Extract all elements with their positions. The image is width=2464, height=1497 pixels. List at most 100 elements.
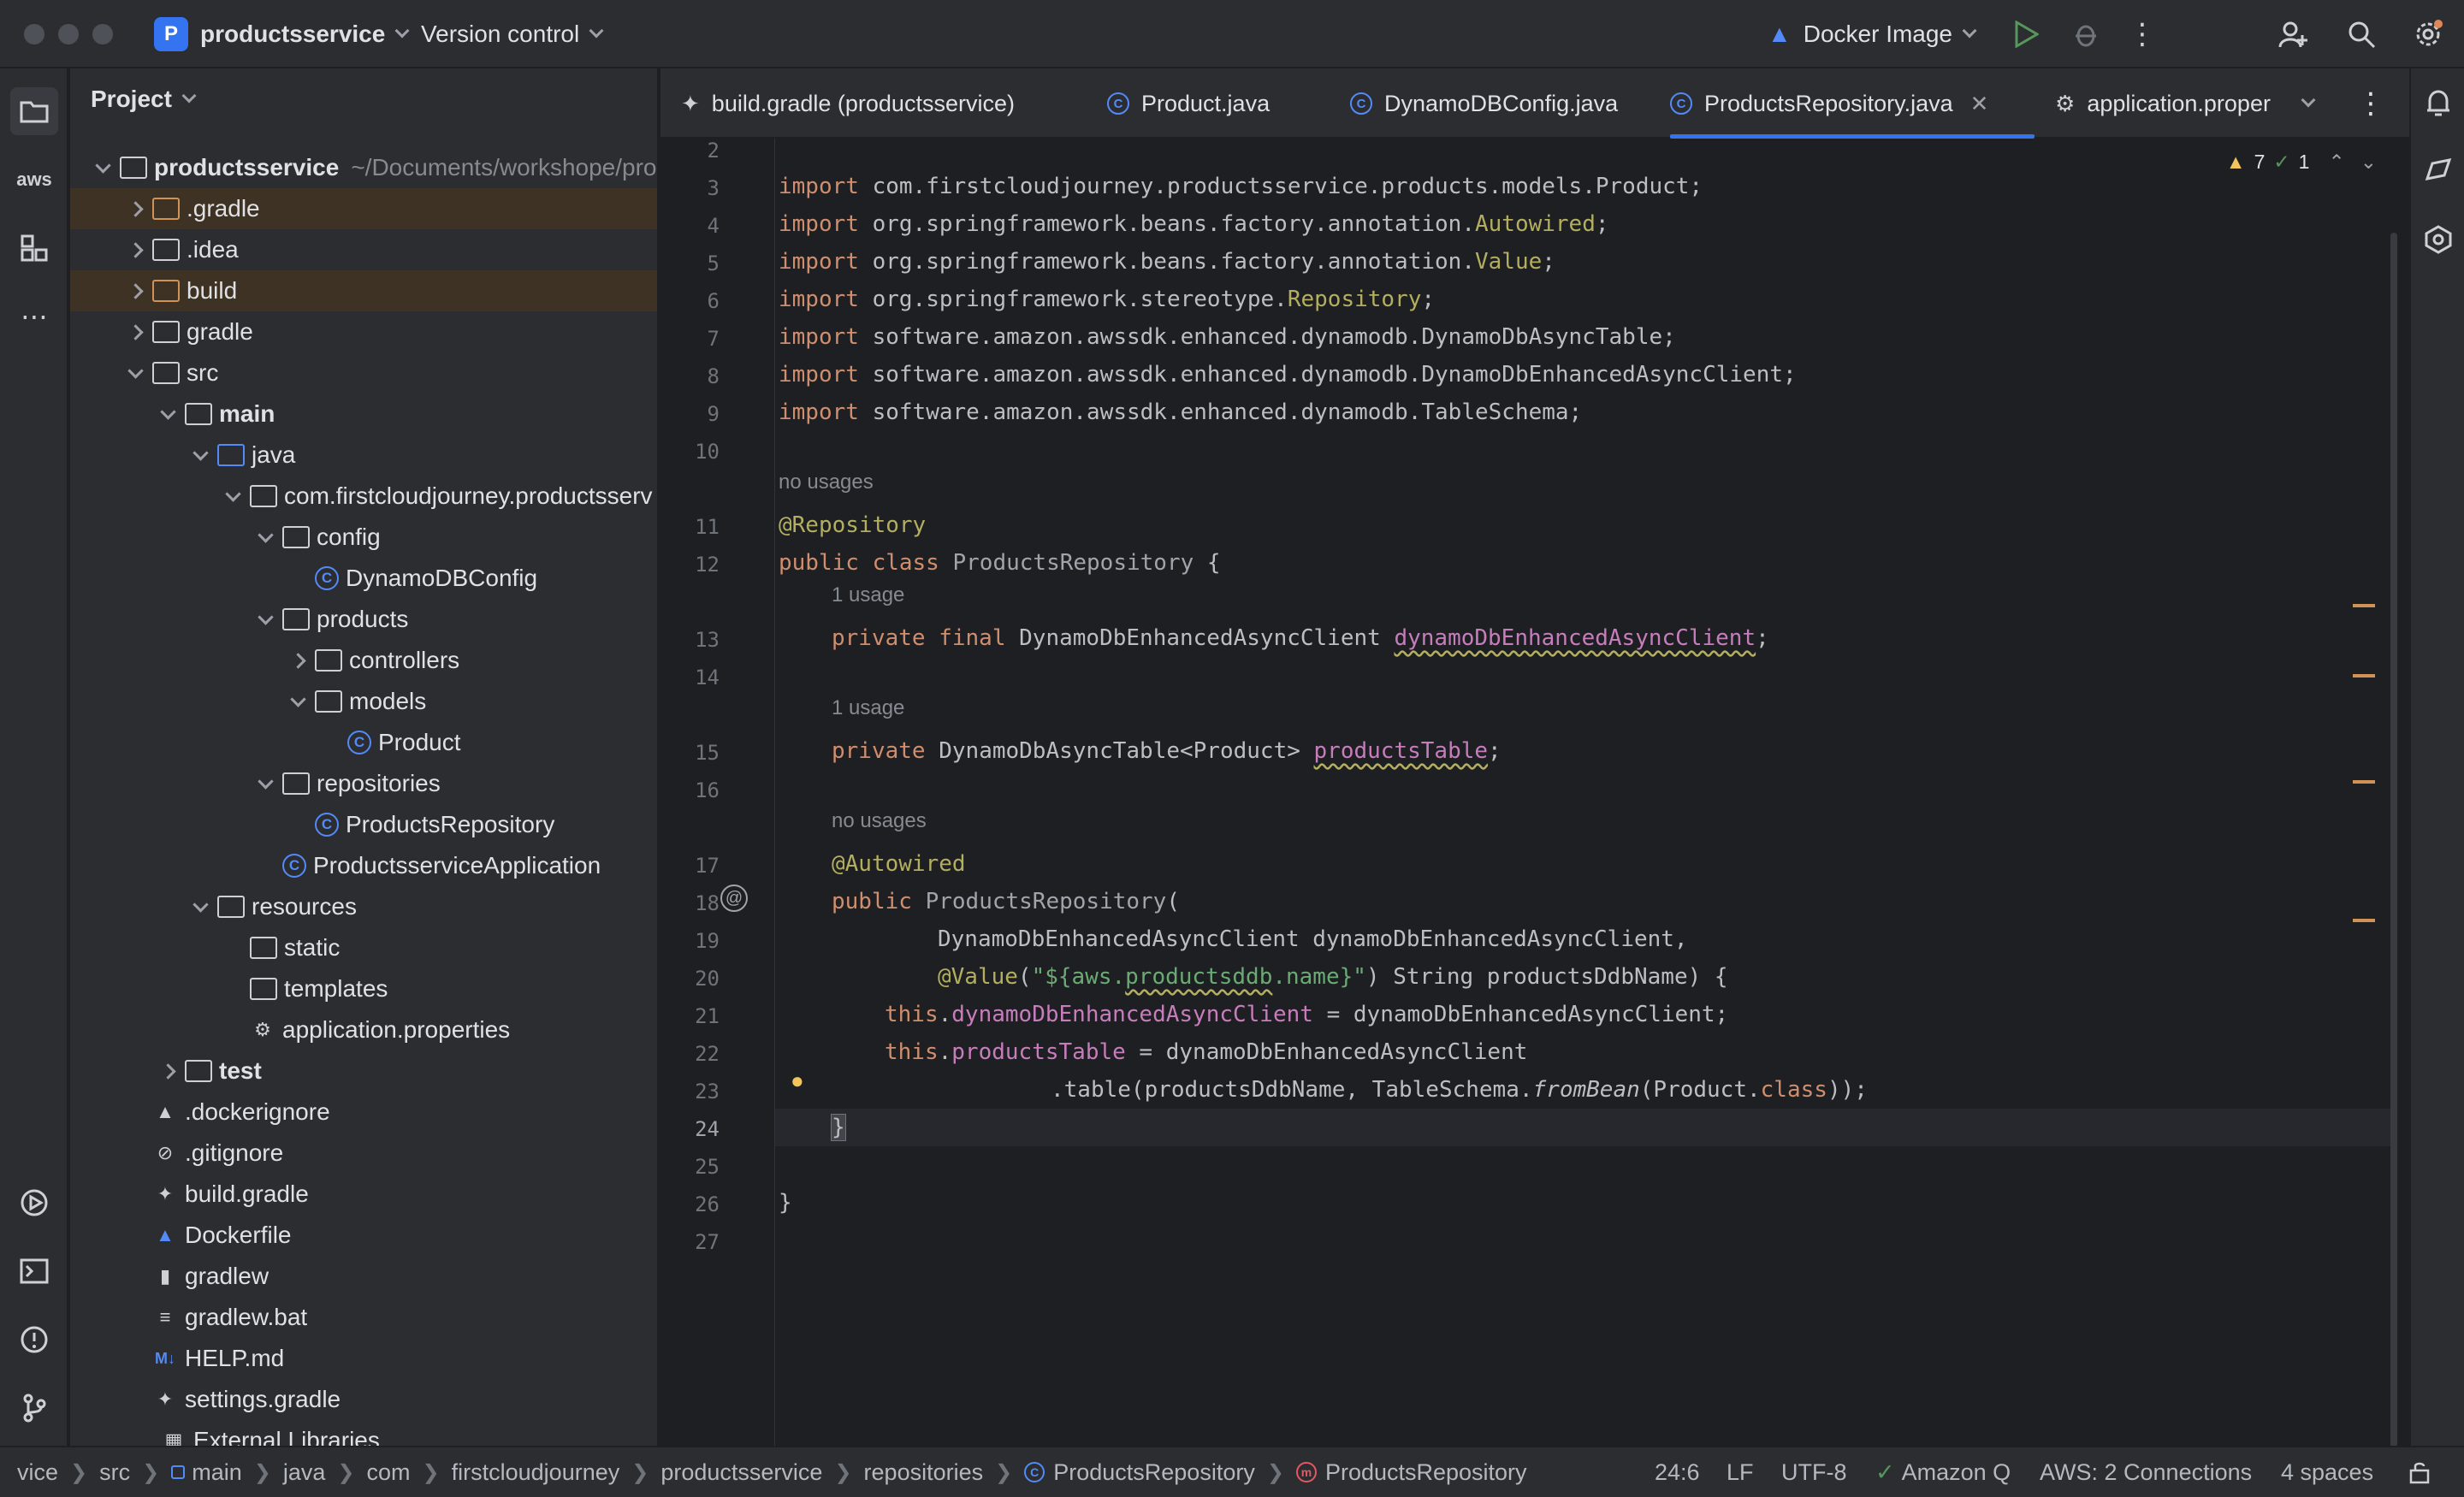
usage-hint[interactable]: 1 usage [832, 583, 904, 607]
tree-node-products[interactable]: products [70, 599, 657, 640]
breadcrumb-item[interactable]: vice [17, 1459, 58, 1486]
usage-hint[interactable]: no usages [779, 470, 874, 494]
tree-node-controllers[interactable]: controllers [70, 640, 657, 681]
tree-node-dockerignore[interactable]: ▲ .dockerignore [70, 1092, 657, 1133]
breadcrumb-item[interactable]: ProductsRepository [1325, 1459, 1527, 1486]
tab-productsrepository-java[interactable]: C ProductsRepository.java ✕ [1670, 68, 2035, 139]
usage-hint[interactable]: 1 usage [832, 696, 904, 720]
project-view-selector[interactable]: Project [91, 86, 197, 113]
tab-application-properties[interactable]: ⚙ application.proper [2055, 68, 2271, 139]
more-actions-icon[interactable]: ⋮ [2125, 17, 2159, 51]
tab-build-gradle[interactable]: ✦ build.gradle (productsservice) [681, 68, 1015, 139]
project-switcher[interactable]: P productsservice [154, 0, 410, 68]
tree-node-build-gradle[interactable]: ✦ build.gradle [70, 1174, 657, 1215]
tree-node-static[interactable]: static [70, 927, 657, 968]
add-user-icon[interactable] [2276, 17, 2310, 51]
tree-node-templates[interactable]: templates [70, 968, 657, 1009]
run-config-selector[interactable]: ▲ Docker Image [1768, 0, 1977, 68]
breadcrumb-item[interactable]: productsservice [660, 1459, 822, 1486]
tree-node-help-md[interactable]: M↓ HELP.md [70, 1338, 657, 1379]
collapse-arrow-icon[interactable] [123, 270, 147, 311]
close-tab-icon[interactable]: ✕ [1970, 91, 1989, 117]
version-control-menu[interactable]: Version control [421, 0, 604, 68]
implementation-marker-icon[interactable]: @ [720, 885, 748, 912]
more-tools-icon[interactable]: ⋯ [17, 299, 51, 334]
expand-arrow-icon[interactable] [221, 476, 245, 517]
breadcrumb-item[interactable]: ProductsRepository [1053, 1459, 1255, 1486]
tree-node-application-properties[interactable]: ⚙ application.properties [70, 1009, 657, 1050]
tab-list-dropdown[interactable] [2301, 68, 2316, 139]
breadcrumb-item[interactable]: repositories [864, 1459, 984, 1486]
close-window-button[interactable] [24, 24, 44, 44]
breadcrumb-item[interactable]: com [367, 1459, 411, 1486]
tree-node-gitignore[interactable]: ⊘ .gitignore [70, 1133, 657, 1174]
breadcrumb-item[interactable]: src [99, 1459, 130, 1486]
tree-node-models[interactable]: models [70, 681, 657, 722]
caret-position[interactable]: 24:6 [1655, 1447, 1700, 1497]
tree-node-settings-gradle[interactable]: ✦ settings.gradle [70, 1379, 657, 1420]
expand-arrow-icon[interactable] [286, 681, 310, 722]
collapse-arrow-icon[interactable] [123, 229, 147, 270]
vertical-scrollbar[interactable] [2390, 233, 2397, 1446]
collapse-arrow-icon[interactable] [286, 640, 310, 681]
warning-stripe-marker[interactable] [2353, 674, 2375, 677]
inspection-widget[interactable]: ▲ 7 ✓ 1 ⌃ ⌄ [2226, 151, 2377, 174]
tree-node-productsservice[interactable]: productsservice ~/Documents/workshope/pr… [70, 147, 657, 188]
tree-node-test[interactable]: test [70, 1050, 657, 1092]
tree-node-package[interactable]: com.firstcloudjourney.productsserv [70, 476, 657, 517]
tree-node-gradle[interactable]: gradle [70, 311, 657, 352]
tree-node-main[interactable]: main [70, 393, 657, 435]
project-folder-icon[interactable] [10, 87, 58, 135]
tree-node-idea[interactable]: .idea [70, 229, 657, 270]
tree-node-gradlew[interactable]: ▮ gradlew [70, 1256, 657, 1297]
code-editor[interactable]: 2 3 4 5 6 7 8 9 10 11 12 13 14 15 16 17 … [660, 139, 2409, 1446]
expand-arrow-icon[interactable] [91, 147, 115, 188]
search-icon[interactable] [2344, 17, 2378, 51]
services-icon[interactable] [17, 1186, 51, 1220]
amazon-q-icon[interactable] [2421, 222, 2455, 257]
terminal-icon[interactable] [17, 1254, 51, 1288]
indent-setting[interactable]: 4 spaces [2281, 1447, 2373, 1497]
expand-arrow-icon[interactable] [253, 763, 277, 804]
settings-gear-icon[interactable] [2411, 17, 2445, 51]
previous-highlight-icon[interactable]: ⌃ [2328, 151, 2344, 174]
tab-product-java[interactable]: C Product.java [1107, 68, 1270, 139]
tree-node-repositories[interactable]: repositories [70, 763, 657, 804]
warning-stripe-marker[interactable] [2353, 604, 2375, 607]
lock-icon[interactable] [2408, 1447, 2433, 1497]
collapse-arrow-icon[interactable] [123, 188, 147, 229]
problems-icon[interactable] [17, 1322, 51, 1357]
lightbulb-icon[interactable]: ● [791, 1068, 804, 1094]
expand-arrow-icon[interactable] [123, 352, 147, 393]
tree-node-gradle-dir[interactable]: .gradle [70, 188, 657, 229]
tree-node-gradlew-bat[interactable]: ≡ gradlew.bat [70, 1297, 657, 1338]
usage-hint[interactable]: no usages [832, 809, 927, 833]
expand-arrow-icon[interactable] [188, 886, 212, 927]
breadcrumb-item[interactable]: main [192, 1459, 242, 1486]
structure-icon[interactable] [17, 231, 51, 265]
minimize-window-button[interactable] [58, 24, 79, 44]
zoom-window-button[interactable] [92, 24, 113, 44]
aws-icon[interactable]: aws [16, 163, 52, 197]
expand-arrow-icon[interactable] [156, 393, 180, 435]
tree-node-application-class[interactable]: C ProductsserviceApplication [70, 845, 657, 886]
tree-node-product[interactable]: C Product [70, 722, 657, 763]
git-branch-icon[interactable] [17, 1391, 51, 1425]
file-encoding[interactable]: UTF-8 [1781, 1447, 1847, 1497]
tree-node-productsrepository[interactable]: C ProductsRepository [70, 804, 657, 845]
tree-node-resources[interactable]: resources [70, 886, 657, 927]
warning-stripe-marker[interactable] [2353, 780, 2375, 784]
amazon-q-chat-icon[interactable] [2421, 154, 2455, 188]
tree-node-dockerfile[interactable]: ▲ Dockerfile [70, 1215, 657, 1256]
breadcrumb-item[interactable]: java [283, 1459, 326, 1486]
tree-node-build[interactable]: build [70, 270, 657, 311]
collapse-arrow-icon[interactable] [123, 311, 147, 352]
aws-connections[interactable]: AWS: 2 Connections [2040, 1447, 2252, 1497]
collapse-arrow-icon[interactable] [156, 1050, 180, 1092]
expand-arrow-icon[interactable] [188, 435, 212, 476]
tree-node-dynamodbconfig[interactable]: C DynamoDBConfig [70, 558, 657, 599]
expand-arrow-icon[interactable] [253, 517, 277, 558]
breadcrumb-item[interactable]: firstcloudjourney [452, 1459, 620, 1486]
line-separator[interactable]: LF [1727, 1447, 1754, 1497]
tree-node-config[interactable]: config [70, 517, 657, 558]
